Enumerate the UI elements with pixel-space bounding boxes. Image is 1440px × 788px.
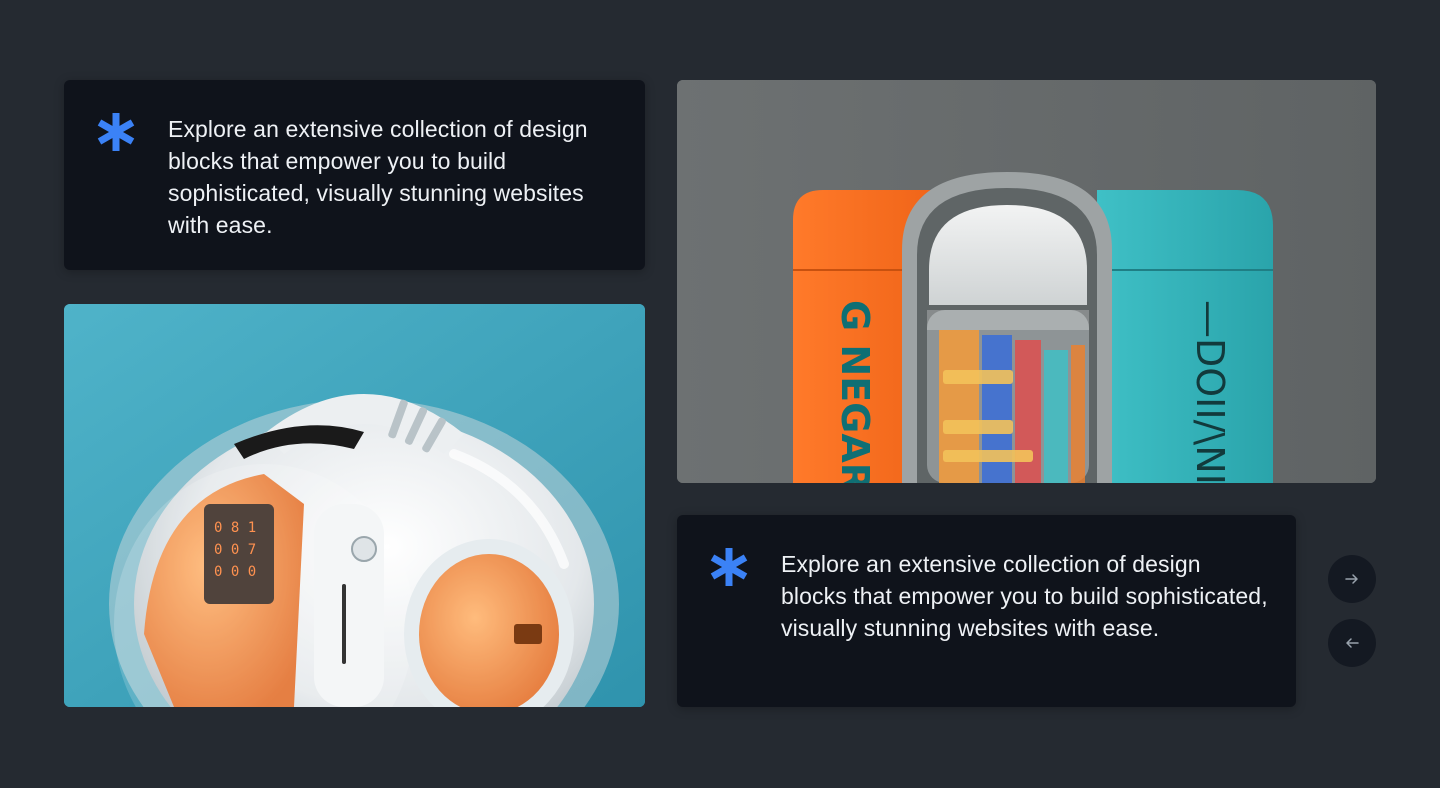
battery-capsules-image: G NEGAR —DOII/\NI xyxy=(677,80,1376,483)
card-description: Explore an extensive collection of desig… xyxy=(781,551,1268,641)
feature-card-2: Explore an extensive collection of desig… xyxy=(677,515,1296,707)
asterisk-icon xyxy=(710,548,748,586)
feature-card-1: Explore an extensive collection of desig… xyxy=(64,80,645,270)
card-description: Explore an extensive collection of desig… xyxy=(168,116,588,238)
robot-sphere-illustration: 0 8 1 0 0 7 0 0 0 xyxy=(64,304,645,707)
next-button[interactable] xyxy=(1328,555,1376,603)
svg-text:G NEGAR: G NEGAR xyxy=(833,300,877,483)
battery-capsules-illustration: G NEGAR —DOII/\NI xyxy=(677,80,1376,483)
arrow-left-icon xyxy=(1346,638,1359,648)
carousel-section: Explore an extensive collection of desig… xyxy=(0,0,1440,788)
asterisk-icon xyxy=(97,113,135,151)
previous-button[interactable] xyxy=(1328,619,1376,667)
svg-text:—DOII/\NI: —DOII/\NI xyxy=(1188,300,1232,483)
robot-sphere-image: 0 8 1 0 0 7 0 0 0 xyxy=(64,304,645,707)
arrow-right-icon xyxy=(1345,574,1358,584)
